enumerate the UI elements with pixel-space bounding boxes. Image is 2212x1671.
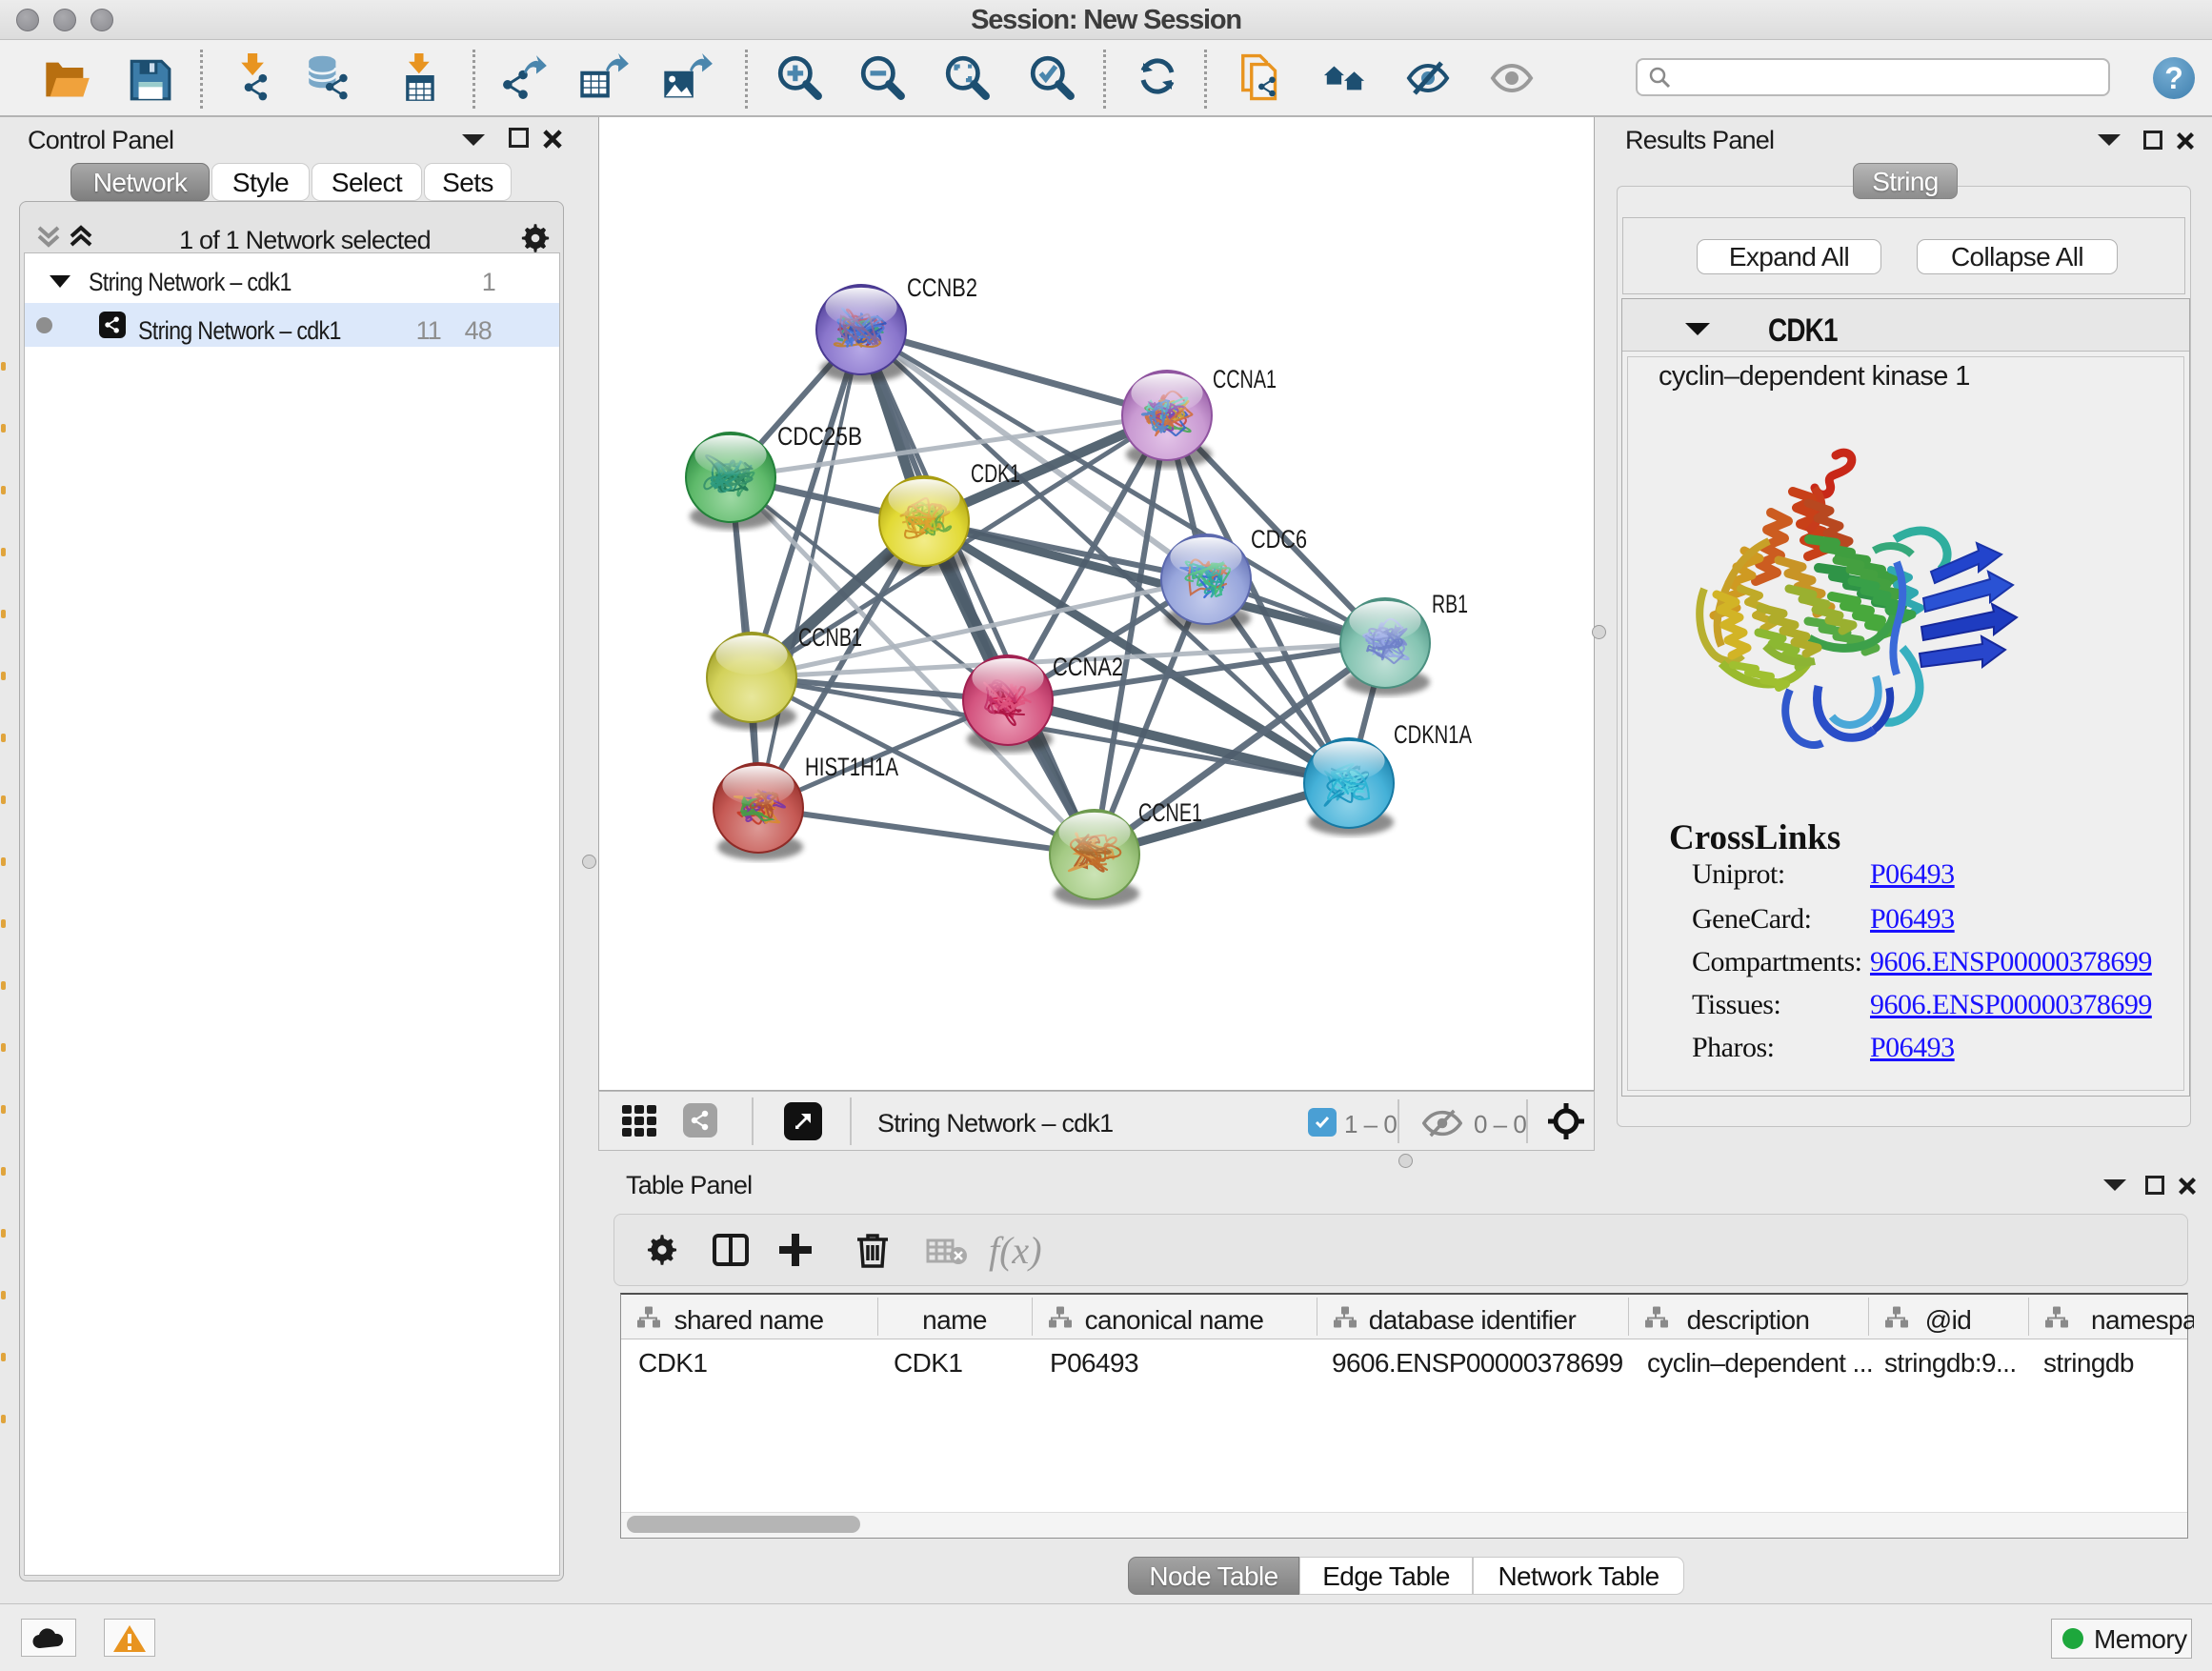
svg-text:CCNA1: CCNA1 [1213, 365, 1277, 393]
svg-text:CCNE1: CCNE1 [1138, 798, 1202, 827]
svg-text:CDC6: CDC6 [1251, 525, 1307, 554]
svg-text:CDKN1A: CDKN1A [1394, 720, 1472, 749]
svg-text:CDC25B: CDC25B [777, 422, 862, 451]
svg-text:RB1: RB1 [1432, 590, 1468, 618]
svg-text:CDK1: CDK1 [971, 459, 1020, 488]
svg-text:CCNB1: CCNB1 [798, 623, 862, 652]
svg-text:CCNB2: CCNB2 [907, 273, 977, 302]
svg-text:CCNA2: CCNA2 [1053, 653, 1123, 681]
svg-text:HIST1H1A: HIST1H1A [805, 753, 898, 781]
